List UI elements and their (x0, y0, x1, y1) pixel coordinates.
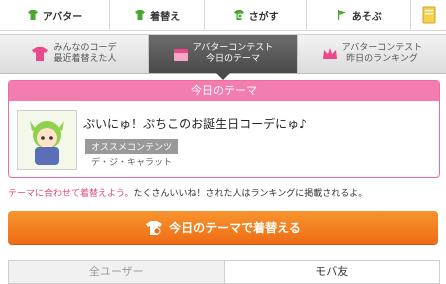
search-shirt-icon (233, 10, 244, 20)
notebook-icon (422, 6, 436, 24)
shirt-icon (135, 10, 146, 20)
note-text: たくさんいいね！された人はランキングに掲載されるよ。 (133, 189, 368, 199)
tab-ranking-line2: 昨日のランキング (346, 54, 418, 64)
tab-recent-coordinates[interactable]: みんなのコーデ 最近着替えた人 (0, 35, 149, 73)
nav-notebook[interactable] (411, 0, 446, 30)
avatar[interactable] (17, 110, 77, 170)
nav-search[interactable]: さがす (205, 0, 308, 30)
tab-today-text: アバターコンテスト 今日のテーマ (193, 43, 274, 65)
ranking-tabs: 全ユーザー モバ友 (8, 260, 440, 284)
pink-shirt-icon (32, 47, 49, 61)
flag-icon (337, 10, 346, 20)
tab-recent-line2: 最近着替えた人 (53, 54, 117, 64)
tab-all-users[interactable]: 全ユーザー (9, 261, 224, 283)
nav-avatar-label: アバター (42, 11, 83, 23)
tab-today-line2: 今日のテーマ (205, 54, 260, 64)
top-nav: アバター 着替え さがす あそぶ (0, 0, 446, 31)
nav-dressup[interactable]: 着替え (110, 0, 206, 30)
nav-dressup-label: 着替え (150, 11, 181, 23)
nav-play[interactable]: あそぶ (307, 0, 412, 30)
dress-for-theme-button[interactable]: 今日のテーマで着替える (8, 211, 438, 244)
theme-note: テーマに合わせて着替えよう。たくさんいいね！された人はランキングに掲載されるよ。 (8, 186, 367, 199)
cta-label: 今日のテーマで着替える (169, 221, 301, 235)
theme-title[interactable]: ぷいにゅ！ぷちこのお誕生日コーデにゅ♪ (83, 115, 307, 132)
tab-ranking-line1: アバターコンテスト (341, 43, 423, 53)
dressup-icon (146, 220, 163, 235)
tab-today-line1: アバターコンテスト (192, 43, 274, 53)
theme-header: 今日のテーマ (9, 81, 439, 101)
recommended-badge: オススメコンテンツ (85, 139, 179, 154)
crown-icon (322, 48, 337, 59)
tab-recent-line1: みんなのコーデ (53, 43, 117, 53)
note-highlight: テーマに合わせて着替えよう。 (8, 189, 134, 199)
nav-avatar[interactable]: アバター (0, 0, 111, 30)
tab-recent-text: みんなのコーデ 最近着替えた人 (53, 43, 116, 65)
tab-ranking-text: アバターコンテスト 昨日のランキング (342, 43, 423, 65)
tab-mobile-friends[interactable]: モバ友 (223, 261, 439, 283)
calendar-icon (173, 49, 188, 61)
contest-tabs: みんなのコーデ 最近着替えた人 アバターコンテスト 今日のテーマ アバターコンテ… (0, 34, 446, 80)
character-image (18, 111, 76, 169)
theme-panel: 今日のテーマ ぷいにゅ！ぷちこのお誕生日コーデにゅ♪ オススメコンテンツ デ・ジ… (8, 80, 440, 178)
brand-name: デ・ジ・キャラット (91, 158, 173, 168)
shirt-icon (27, 10, 38, 20)
nav-play-label: あそぶ (351, 11, 382, 23)
tab-today-theme[interactable]: アバターコンテスト 今日のテーマ (149, 35, 298, 80)
nav-search-label: さがす (248, 11, 279, 23)
tab-yesterday-ranking[interactable]: アバターコンテスト 昨日のランキング (298, 35, 446, 73)
